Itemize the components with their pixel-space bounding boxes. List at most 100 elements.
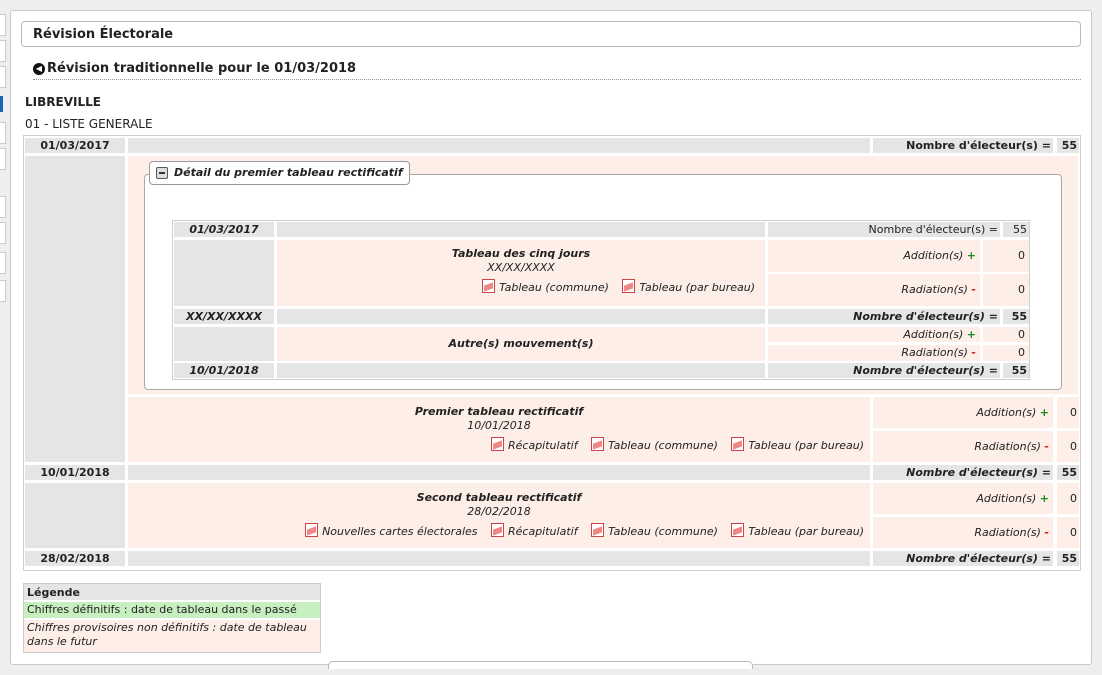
date-column — [25, 483, 125, 548]
pdf-icon — [491, 523, 504, 537]
cinq-jours-title: Tableau des cinq jours — [451, 247, 591, 260]
premier-tableau-cell: Premier tableau rectificatif 10/01/2018 … — [128, 397, 870, 462]
link-label: Tableau (par bureau) — [639, 281, 755, 294]
electeurs-label: Nombre d'électeur(s) = — [768, 222, 1000, 237]
radiations-label: Radiation(s) - — [768, 345, 980, 361]
electeurs-count: 55 — [1003, 222, 1029, 237]
legend-definitive: Chiffres définitifs : date de tableau da… — [24, 602, 320, 618]
link-label: Tableau (commune) — [608, 525, 718, 538]
link-label: Nouvelles cartes électorales — [322, 525, 478, 538]
radiations-count: 0 — [983, 274, 1029, 306]
side-tab[interactable] — [0, 40, 6, 62]
side-tab[interactable] — [0, 280, 6, 302]
electeurs-label: Nombre d'électeur(s) = — [873, 138, 1053, 153]
link-tableau-commune[interactable]: Tableau (commune) — [591, 437, 718, 452]
spacer-cell — [128, 138, 870, 153]
second-date: 28/02/2018 — [467, 505, 531, 518]
pdf-icon — [591, 523, 605, 537]
electeurs-count: 55 — [1003, 309, 1029, 324]
side-tab[interactable] — [0, 122, 6, 144]
additions-text: Addition(s) — [976, 406, 1037, 419]
link-nouvelles-cartes[interactable]: Nouvelles cartes électorales — [305, 523, 478, 538]
additions-count: 0 — [983, 327, 1029, 342]
radiations-text: Radiation(s) — [901, 346, 968, 359]
date-cell: XX/XX/XXXX — [174, 309, 274, 324]
date-column — [174, 327, 274, 361]
radiations-count: 0 — [1057, 517, 1079, 548]
pdf-icon — [482, 279, 496, 293]
premier-title: Premier tableau rectificatif — [414, 405, 584, 418]
plus-sign: + — [966, 249, 976, 262]
date-column — [174, 240, 274, 306]
link-tableau-commune[interactable]: Tableau (commune) — [482, 279, 609, 294]
detail-toggle[interactable]: Détail du premier tableau rectificatif — [149, 161, 410, 185]
radiations-label: Radiation(s) - — [873, 431, 1053, 462]
spacer-cell — [277, 309, 765, 324]
side-tab[interactable] — [0, 148, 6, 170]
pdf-icon — [305, 523, 319, 537]
page-title: Révision Électorale — [21, 21, 1081, 47]
divider — [33, 79, 1081, 80]
detail-table: 01/03/2017 Nombre d'électeur(s) = 55 Tab… — [172, 220, 1030, 380]
minus-sign: - — [971, 283, 976, 296]
side-tab[interactable] — [0, 66, 6, 88]
collapse-icon — [156, 167, 168, 179]
pdf-icon — [491, 437, 504, 451]
electeurs-count: 55 — [1057, 138, 1079, 153]
electeurs-count: 55 — [1057, 551, 1079, 566]
liste-name: 01 - LISTE GENERALE — [25, 117, 153, 131]
electeurs-label: Nombre d'électeur(s) = — [768, 363, 1000, 378]
commune-name: LIBREVILLE — [25, 95, 101, 109]
radiations-count: 0 — [983, 345, 1029, 361]
date-cell: 01/03/2017 — [174, 222, 274, 237]
radiations-text: Radiation(s) — [901, 283, 968, 296]
back-link[interactable]: ◀ Révision traditionnelle pour le 01/03/2… — [33, 61, 1081, 79]
pdf-icon — [731, 523, 745, 537]
second-tableau-cell: Second tableau rectificatif 28/02/2018 N… — [128, 483, 870, 548]
plus-sign: + — [966, 328, 976, 341]
electeurs-count: 55 — [1003, 363, 1029, 378]
active-tab-indicator — [0, 96, 3, 112]
back-arrow-icon: ◀ — [33, 63, 45, 75]
radiations-count: 0 — [1057, 431, 1079, 462]
link-tableau-bureau[interactable]: Tableau (par bureau) — [622, 279, 755, 294]
plus-sign: + — [1039, 492, 1049, 505]
legend-box: Légende Chiffres définitifs : date de ta… — [23, 583, 321, 653]
link-tableau-bureau[interactable]: Tableau (par bureau) — [731, 523, 864, 538]
radiations-label: Radiation(s) - — [768, 274, 980, 306]
link-label: Récapitulatif — [508, 525, 578, 538]
link-label: Tableau (commune) — [499, 281, 609, 294]
additions-label: Addition(s) + — [768, 327, 980, 342]
premier-date: 10/01/2018 — [467, 419, 531, 432]
additions-count: 0 — [983, 240, 1029, 272]
side-tab[interactable] — [0, 196, 6, 218]
link-label: Tableau (par bureau) — [748, 439, 864, 452]
spacer-cell — [277, 222, 765, 237]
additions-text: Addition(s) — [976, 492, 1037, 505]
second-title: Second tableau rectificatif — [416, 491, 582, 504]
link-label: Récapitulatif — [508, 439, 578, 452]
pdf-icon — [731, 437, 745, 451]
pdf-icon — [591, 437, 605, 451]
date-cell: 28/02/2018 — [25, 551, 125, 566]
additions-label: Addition(s) + — [873, 483, 1053, 514]
side-tab[interactable] — [0, 252, 6, 274]
link-tableau-commune[interactable]: Tableau (commune) — [591, 523, 718, 538]
minus-sign: - — [1044, 526, 1049, 539]
radiations-text: Radiation(s) — [974, 440, 1041, 453]
spacer-cell — [277, 363, 765, 378]
link-label: Tableau (commune) — [608, 439, 718, 452]
electeurs-label: Nombre d'électeur(s) = — [873, 465, 1053, 480]
additions-text: Addition(s) — [903, 328, 964, 341]
bottom-tab[interactable] — [328, 661, 753, 669]
link-recapitulatif[interactable]: Récapitulatif — [491, 437, 578, 452]
minus-sign: - — [971, 346, 976, 359]
cinq-jours-cell: Tableau des cinq jours XX/XX/XXXX Tablea… — [277, 240, 765, 306]
electeurs-label-text: Nombre d'électeur(s) = — [868, 223, 998, 236]
electeurs-count: 55 — [1057, 465, 1079, 480]
side-tab[interactable] — [0, 222, 6, 244]
side-tab[interactable] — [0, 14, 6, 36]
link-tableau-bureau[interactable]: Tableau (par bureau) — [731, 437, 864, 452]
link-recapitulatif[interactable]: Récapitulatif — [491, 523, 578, 538]
spacer-cell — [128, 551, 870, 566]
